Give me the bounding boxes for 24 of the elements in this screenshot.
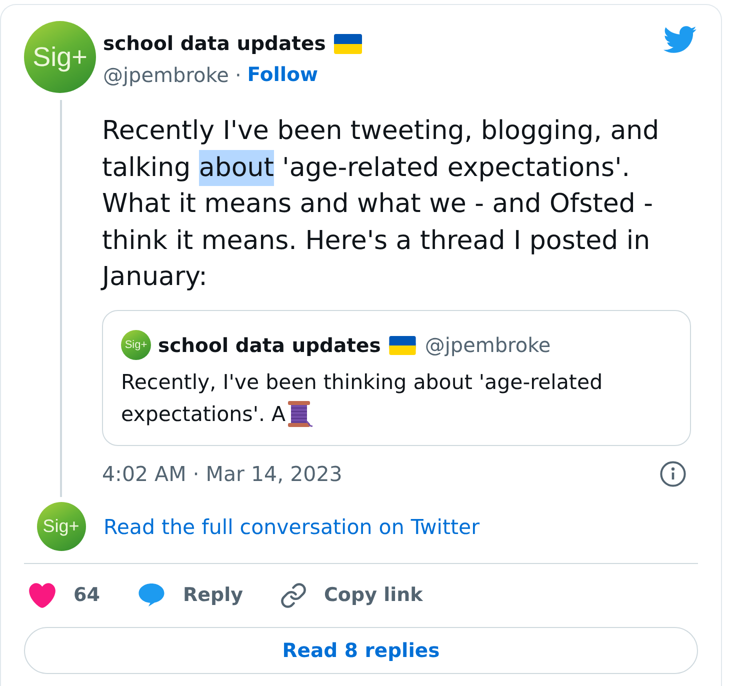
- flag-icon: [334, 34, 362, 54]
- like-button[interactable]: 64: [29, 582, 100, 608]
- thread-spool-icon: [286, 400, 313, 428]
- read-replies-button[interactable]: Read 8 replies: [24, 627, 698, 674]
- quoted-tweet-text: Recently, I've been thinking about 'age-related: [121, 369, 603, 396]
- separator-dot: ·: [234, 62, 242, 88]
- reply-button[interactable]: Reply: [138, 582, 243, 608]
- follow-link[interactable]: Follow: [247, 62, 318, 88]
- tweet-text: Recently I've been tweeting, blogging, and talking about 'age-related expectations'. What it means and what we - and Ofsted - think it means. Here's a thread I posted in January:: [102, 115, 660, 294]
- copy-link-button[interactable]: Copy link: [280, 582, 423, 608]
- author-handle[interactable]: @jpembroke: [103, 62, 229, 88]
- quoted-tweet-card[interactable]: Sig+ school data updates @jpembroke Recently, I've been thinking about 'age-related expectations'. A: [102, 310, 691, 446]
- conversation-link[interactable]: Read the full conversation on Twitter: [104, 514, 480, 538]
- timestamp[interactable]: 4:02 AM · Mar 14, 2023: [102, 461, 342, 487]
- author-name: school data updates: [158, 334, 381, 356]
- author-name[interactable]: school data updates: [103, 31, 326, 57]
- bird-logo-icon[interactable]: [662, 26, 697, 53]
- info-icon[interactable]: [660, 461, 686, 487]
- author-handle: @jpembroke: [424, 333, 551, 357]
- heart-icon: [29, 582, 56, 608]
- quoted-tweet-text: expectations'. A: [121, 401, 286, 428]
- speech-bubble-icon: [138, 583, 165, 607]
- flag-icon: [388, 336, 416, 354]
- link-icon: [280, 582, 306, 608]
